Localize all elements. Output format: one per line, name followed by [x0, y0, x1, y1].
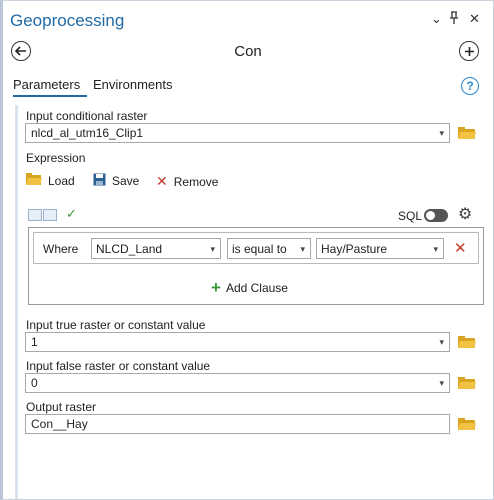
folder-open-icon	[26, 173, 42, 188]
load-label: Load	[48, 173, 75, 188]
tab-environments[interactable]: Environments	[93, 77, 172, 92]
input-false-select[interactable]: 0 ▾	[25, 373, 450, 393]
field-select-value: NLCD_Land	[96, 242, 163, 256]
add-clause-label: Add Clause	[225, 280, 288, 295]
pane-titlebar: Geoprocessing ⌄ ✕	[3, 1, 493, 37]
parameters-panel: Input conditional raster nlcd_al_utm16_C…	[15, 105, 485, 499]
browse-folder-icon[interactable]	[458, 127, 476, 139]
help-icon[interactable]: ?	[461, 77, 479, 95]
remove-clause-icon[interactable]: ✕	[454, 239, 467, 257]
save-button[interactable]: Save	[93, 173, 139, 189]
expression-label: Expression	[26, 151, 86, 165]
tool-name: Con	[234, 43, 262, 60]
value-select-value: Hay/Pasture	[321, 242, 388, 256]
arrow-left-icon[interactable]	[28, 209, 42, 221]
input-conditional-raster-label: Input conditional raster	[26, 109, 148, 123]
output-raster-input[interactable]: Con__Hay	[25, 414, 450, 434]
value-select[interactable]: Hay/Pasture ▾	[316, 238, 444, 259]
chevron-down-icon: ▾	[433, 244, 438, 254]
geoprocessing-pane: Geoprocessing ⌄ ✕ Con Parameters Environ…	[0, 0, 494, 500]
arrow-right-icon[interactable]	[43, 209, 57, 221]
chevron-down-icon: ▾	[439, 378, 444, 388]
remove-button[interactable]: ✕ Remove	[156, 173, 218, 190]
where-label: Where	[43, 242, 79, 256]
chevron-down-icon: ▾	[439, 337, 444, 347]
chevron-down-icon: ▾	[210, 244, 215, 254]
load-button[interactable]: Load	[26, 173, 75, 188]
chevron-down-icon: ▾	[300, 244, 305, 254]
add-clause-button[interactable]: + Add Clause	[211, 279, 288, 296]
plus-circle-icon[interactable]	[459, 41, 479, 61]
input-true-value: 1	[31, 335, 38, 349]
input-false-value: 0	[31, 376, 38, 390]
pane-title: Geoprocessing	[10, 11, 125, 30]
pin-icon[interactable]	[449, 11, 459, 28]
chevron-down-icon: ▾	[439, 128, 444, 138]
input-false-label: Input false raster or constant value	[26, 359, 211, 373]
input-conditional-raster-select[interactable]: nlcd_al_utm16_Clip1 ▾	[25, 123, 450, 143]
browse-folder-icon[interactable]	[458, 418, 476, 430]
clause-row: Where NLCD_Land ▾ is equal to ▾ Hay/Past…	[33, 232, 479, 264]
input-conditional-raster-value: nlcd_al_utm16_Clip1	[31, 126, 144, 140]
active-tab-indicator	[13, 95, 87, 97]
output-raster-value: Con__Hay	[31, 417, 88, 431]
tab-parameters[interactable]: Parameters	[13, 77, 80, 92]
close-icon[interactable]: ✕	[469, 11, 480, 27]
field-select[interactable]: NLCD_Land ▾	[91, 238, 221, 259]
checkmark-icon[interactable]: ✓	[66, 206, 77, 222]
save-label: Save	[112, 174, 140, 188]
input-true-select[interactable]: 1 ▾	[25, 332, 450, 352]
expression-builder: Where NLCD_Land ▾ is equal to ▾ Hay/Past…	[28, 227, 484, 305]
output-raster-label: Output raster	[26, 400, 97, 414]
browse-folder-icon[interactable]	[458, 336, 476, 348]
operator-select[interactable]: is equal to ▾	[227, 238, 311, 259]
remove-label: Remove	[173, 174, 219, 189]
remove-x-icon: ✕	[156, 173, 168, 189]
tool-header: Con	[3, 37, 493, 67]
browse-folder-icon[interactable]	[458, 377, 476, 389]
plus-icon: +	[211, 278, 221, 297]
pane-menu-chevron-icon[interactable]: ⌄	[431, 11, 442, 27]
operator-select-value: is equal to	[232, 242, 287, 256]
sql-label: SQL	[398, 209, 423, 223]
gear-icon[interactable]: ⚙	[458, 204, 472, 224]
sql-toggle[interactable]	[424, 209, 448, 222]
floppy-disk-icon	[93, 173, 106, 189]
input-true-label: Input true raster or constant value	[26, 318, 206, 332]
